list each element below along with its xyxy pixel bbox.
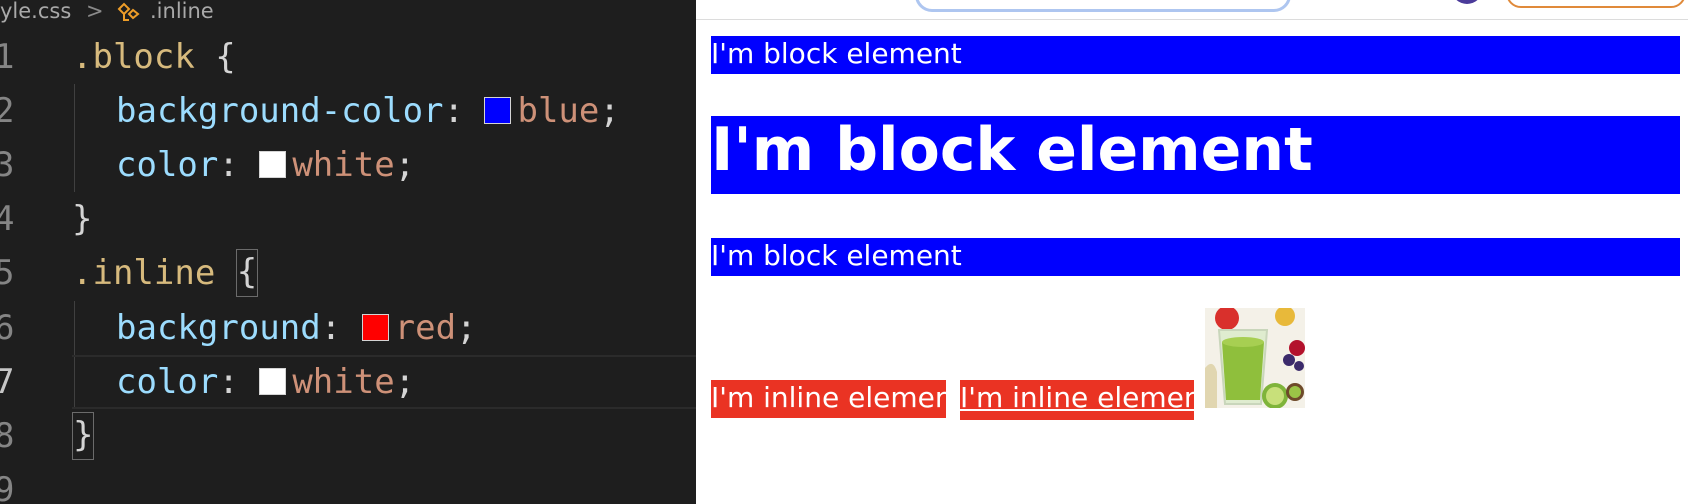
css-value: white [292, 145, 395, 185]
css-value: white [292, 362, 395, 402]
smoothie-image [1205, 306, 1305, 409]
code-content: background-color: blue; [116, 84, 620, 138]
code-line[interactable]: 7 color: white; [0, 355, 696, 409]
semicolon: ; [394, 362, 416, 402]
code-line[interactable]: 4 } [0, 192, 696, 246]
css-value: red [394, 308, 457, 348]
colon: : [218, 362, 260, 402]
open-brace: { [194, 37, 236, 77]
css-property: color [116, 362, 219, 402]
breadcrumb: yle.css > .inline [0, 0, 696, 26]
block-element-heading: I'm block element [711, 116, 1680, 194]
code-content: .block { [72, 30, 236, 84]
code-content: .inline { [72, 246, 259, 300]
color-swatch[interactable] [484, 97, 512, 124]
block-element: I'm block element [711, 238, 1680, 276]
symbol-class-icon [116, 0, 142, 24]
semicolon: ; [599, 91, 620, 131]
css-selector: .block [72, 37, 195, 77]
css-property: background [116, 308, 321, 348]
code-line[interactable]: 1 .block { [0, 30, 696, 84]
open-brace-matched: { [235, 249, 259, 297]
line-number: 1 [0, 37, 15, 77]
close-brace-matched: } [72, 412, 95, 460]
semicolon: ; [394, 145, 416, 185]
css-property: color [116, 145, 219, 185]
line-number: 7 [0, 362, 15, 402]
line-number: 9 [0, 470, 15, 504]
code-content: color: white; [116, 355, 415, 409]
code-content: color: white; [116, 138, 415, 192]
inline-element: I'm inline element [711, 380, 946, 418]
breadcrumb-file[interactable]: yle.css [0, 0, 71, 22]
code-content: background: red; [116, 301, 477, 355]
breadcrumb-symbol[interactable]: .inline [150, 0, 214, 22]
code-line[interactable]: 6 background: red; [0, 301, 696, 355]
close-brace: } [72, 199, 93, 239]
line-number: 5 [0, 253, 15, 293]
address-bar[interactable] [915, 0, 1291, 12]
code-content: } [72, 192, 92, 246]
colon: : [218, 145, 260, 185]
profile-avatar[interactable] [1452, 0, 1482, 4]
css-property: background-color [116, 91, 444, 131]
color-swatch[interactable] [259, 151, 287, 178]
line-number: 4 [0, 199, 15, 239]
code-line[interactable]: 9 [0, 463, 696, 504]
line-number: 3 [0, 145, 15, 185]
code-line[interactable]: 2 background-color: blue; [0, 84, 696, 138]
browser-toolbar [696, 0, 1688, 20]
line-number: 6 [0, 308, 15, 348]
line-number: 8 [0, 416, 15, 456]
code-editor[interactable]: yle.css > .inline 1 .block { 2 backgroun… [0, 0, 696, 504]
browser-preview: I'm block element I'm block element I'm … [696, 0, 1688, 504]
code-line[interactable]: 3 color: white; [0, 138, 696, 192]
inline-element-link[interactable]: I'm inline element [960, 380, 1194, 420]
semicolon: ; [456, 308, 477, 348]
code-line[interactable]: 8 } [0, 409, 696, 463]
color-swatch[interactable] [361, 314, 389, 341]
block-element: I'm block element [711, 36, 1680, 74]
colon: : [443, 91, 485, 131]
color-swatch[interactable] [259, 368, 287, 395]
css-value: blue [517, 91, 600, 131]
code-line[interactable]: 5 .inline { [0, 246, 696, 300]
css-selector: .inline [72, 253, 216, 293]
line-number: 2 [0, 91, 15, 131]
toolbar-button[interactable] [1506, 0, 1686, 8]
code-content: } [72, 409, 95, 463]
breadcrumb-separator: > [86, 0, 104, 23]
colon: : [320, 308, 362, 348]
